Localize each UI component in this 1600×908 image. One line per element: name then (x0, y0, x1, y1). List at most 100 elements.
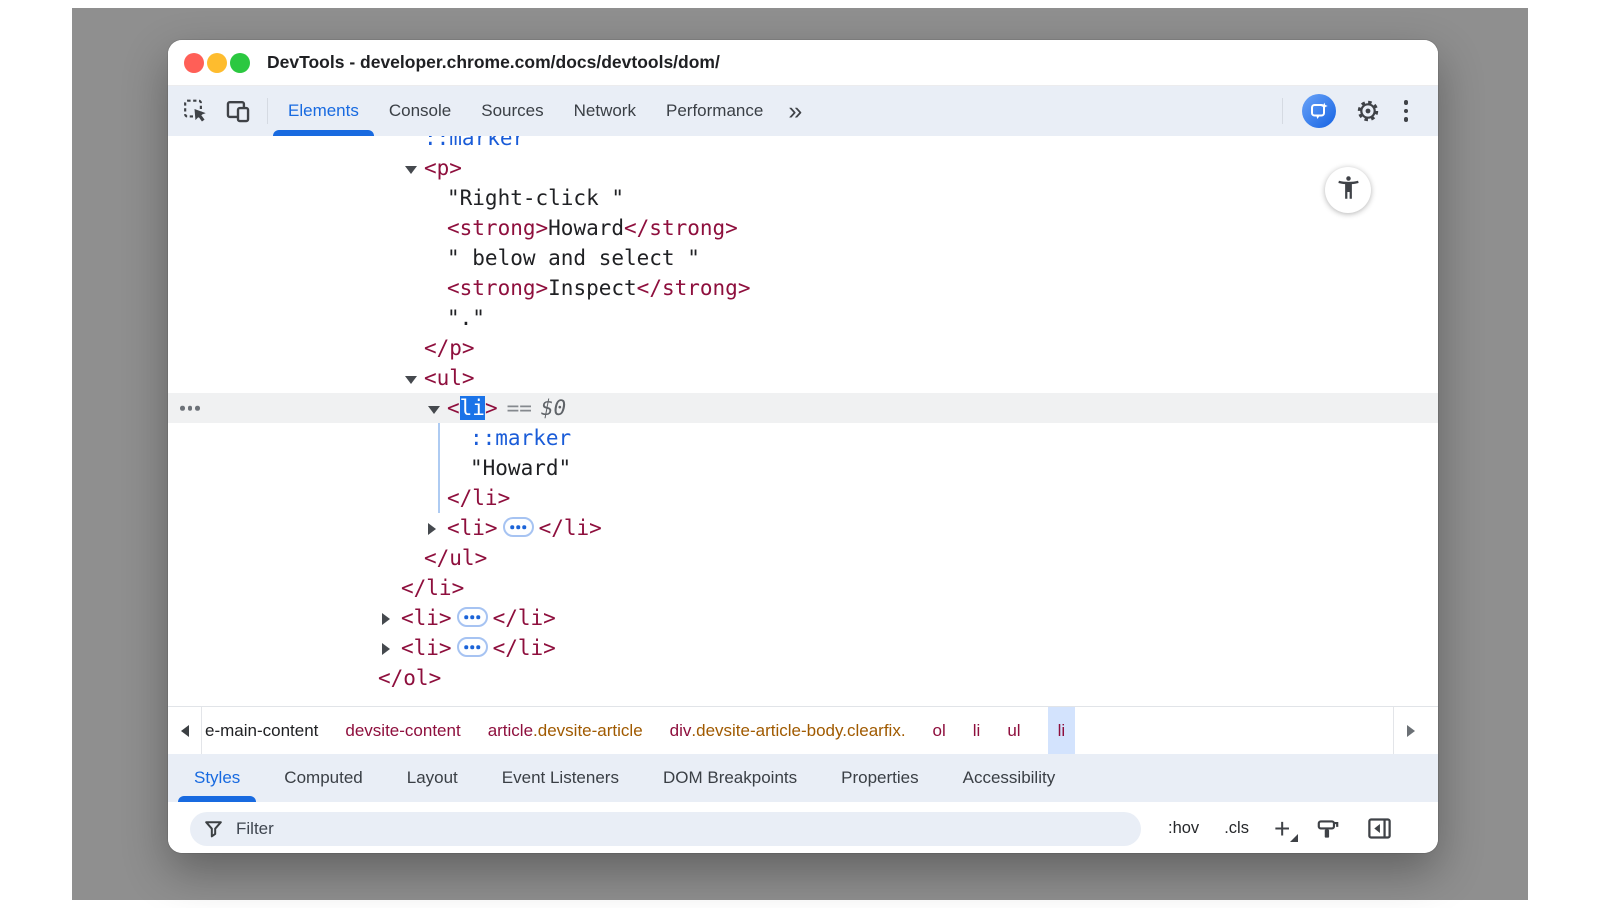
expand-arrow-icon[interactable] (428, 523, 436, 535)
traffic-lights (184, 53, 250, 73)
collapse-arrow-icon[interactable] (428, 406, 440, 414)
tab-properties[interactable]: Properties (825, 754, 934, 802)
inspect-element-icon[interactable] (183, 98, 209, 124)
dom-tree-row[interactable]: </li> (168, 483, 1438, 513)
token-tag: </strong> (637, 276, 751, 300)
dom-tree-row[interactable]: <li>==$0 (168, 393, 1438, 423)
toggle-element-state-button[interactable]: :hov (1168, 819, 1199, 838)
tab-dom-breakpoints[interactable]: DOM Breakpoints (647, 754, 813, 802)
tab-layout[interactable]: Layout (391, 754, 474, 802)
dock-sidebar-icon[interactable] (1366, 815, 1393, 842)
triangle-right-icon (1407, 725, 1415, 737)
window-title: DevTools - developer.chrome.com/docs/dev… (267, 40, 720, 85)
dom-tree-row[interactable]: <strong>Howard</strong> (168, 213, 1438, 243)
child-guide-line (438, 423, 440, 513)
dom-tree-row[interactable]: </ul> (168, 543, 1438, 573)
breadcrumb-list: e-main-content devsite-content article.dev… (205, 707, 1075, 754)
dom-tree-row[interactable]: "Right-click " (168, 183, 1438, 213)
dom-tree-row[interactable]: <li></li> (168, 633, 1438, 663)
breadcrumb-tag: ol (933, 721, 946, 741)
accessibility-overlay-button[interactable] (1325, 167, 1371, 213)
dom-tree-row[interactable]: <li></li> (168, 603, 1438, 633)
row-options-dots-icon[interactable] (180, 406, 200, 411)
settings-gear-icon[interactable] (1355, 98, 1381, 124)
dom-tree-row[interactable]: " below and select " (168, 243, 1438, 273)
dom-tree-row[interactable]: "Howard" (168, 453, 1438, 483)
dom-tree-row[interactable]: <p> (168, 153, 1438, 183)
token-text: Inspect (548, 276, 637, 300)
filter-input[interactable] (234, 818, 1128, 840)
token-tag: </li> (539, 516, 602, 540)
dom-tree-row[interactable]: ::marker (168, 136, 1438, 153)
ai-assistant-icon[interactable] (1302, 94, 1336, 128)
token-text: Howard (548, 216, 624, 240)
triangle-left-icon (181, 725, 189, 737)
dom-tree-row[interactable]: <ul> (168, 363, 1438, 393)
close-window-button[interactable] (184, 53, 204, 73)
new-style-rule-button[interactable]: + (1274, 819, 1290, 839)
dom-tree-row[interactable]: ::marker (168, 423, 1438, 453)
filter-funnel-icon (203, 818, 224, 839)
dom-tree-row[interactable]: <strong>Inspect</strong> (168, 273, 1438, 303)
token-tag: <li> (447, 516, 498, 540)
breadcrumb-item-div[interactable]: div.devsite-article-body.clearfix. (670, 707, 906, 754)
token-dollar: $0 (541, 396, 566, 420)
token-pseudo: ::marker (424, 136, 525, 150)
styles-filter-field[interactable] (190, 812, 1141, 846)
collapsed-content-ellipsis[interactable] (457, 607, 488, 627)
tab-event-listeners[interactable]: Event Listeners (486, 754, 635, 802)
breadcrumb-bar: e-main-content devsite-content article.dev… (168, 706, 1438, 754)
breadcrumb-tag: devsite-content (345, 721, 460, 741)
tab-performance[interactable]: Performance (651, 86, 778, 136)
zoom-window-button[interactable] (230, 53, 250, 73)
breadcrumb-class: .devsite-article-body.clearfix. (691, 721, 905, 741)
styles-filter-bar: :hov .cls + (168, 802, 1438, 853)
breadcrumb-item-li[interactable]: li (1048, 707, 1076, 754)
breadcrumb-scroll-left-button[interactable] (168, 707, 202, 754)
more-tabs-button[interactable]: » (788, 88, 803, 134)
breadcrumb-item-devsite-content[interactable]: devsite-content (345, 707, 460, 754)
main-tabs: ElementsConsoleSourcesNetworkPerformance (273, 86, 778, 136)
breadcrumb-item-ol[interactable]: ol (933, 707, 946, 754)
toggle-element-classes-button[interactable]: .cls (1224, 819, 1249, 838)
token-tag: <strong> (447, 276, 548, 300)
breadcrumb-item-e-main-content[interactable]: e-main-content (205, 707, 318, 754)
minimize-window-button[interactable] (207, 53, 227, 73)
toolbar-right-group (1282, 94, 1439, 128)
breadcrumb-item-ul[interactable]: ul (1007, 707, 1020, 754)
tab-network[interactable]: Network (559, 86, 651, 136)
plus-icon: + (1274, 813, 1290, 844)
tab-elements[interactable]: Elements (273, 86, 374, 136)
breadcrumb-tag: div (670, 721, 692, 741)
dom-tree-row[interactable]: <li> </li> (168, 513, 1438, 543)
more-options-icon[interactable] (1400, 96, 1413, 126)
dom-tree: ::marker<p>"Right-click "<strong>Howard<… (168, 136, 1438, 706)
breadcrumb-item-li[interactable]: li (973, 707, 981, 754)
collapse-arrow-icon[interactable] (405, 376, 417, 384)
collapsed-content-ellipsis[interactable] (503, 517, 534, 537)
tab-accessibility[interactable]: Accessibility (947, 754, 1072, 802)
dom-tree-row[interactable]: </li> (168, 573, 1438, 603)
token-text: "." (447, 306, 485, 330)
collapsed-content-ellipsis[interactable] (457, 637, 488, 657)
dom-tree-row[interactable]: </ol> (168, 663, 1438, 693)
breadcrumb-tag: e-main-content (205, 721, 318, 741)
device-toolbar-icon[interactable] (225, 98, 251, 124)
token-pseudo: ::marker (470, 426, 571, 450)
token-tag: </strong> (624, 216, 738, 240)
dropdown-corner-triangle-icon (1290, 834, 1298, 842)
tab-computed[interactable]: Computed (268, 754, 378, 802)
tab-sources[interactable]: Sources (466, 86, 558, 136)
paint-roller-icon[interactable] (1315, 816, 1341, 842)
token-eq: == (507, 396, 532, 420)
tab-styles[interactable]: Styles (178, 754, 256, 802)
breadcrumb-item-article[interactable]: article.devsite-article (488, 707, 643, 754)
dom-tree-row[interactable]: "." (168, 303, 1438, 333)
breadcrumb-scroll-right-button[interactable] (1393, 707, 1427, 754)
collapse-arrow-icon[interactable] (405, 166, 417, 174)
toolbar-divider (267, 98, 268, 124)
expand-arrow-icon[interactable] (382, 613, 390, 625)
dom-tree-row[interactable]: </p> (168, 333, 1438, 363)
tab-console[interactable]: Console (374, 86, 466, 136)
expand-arrow-icon[interactable] (382, 643, 390, 655)
